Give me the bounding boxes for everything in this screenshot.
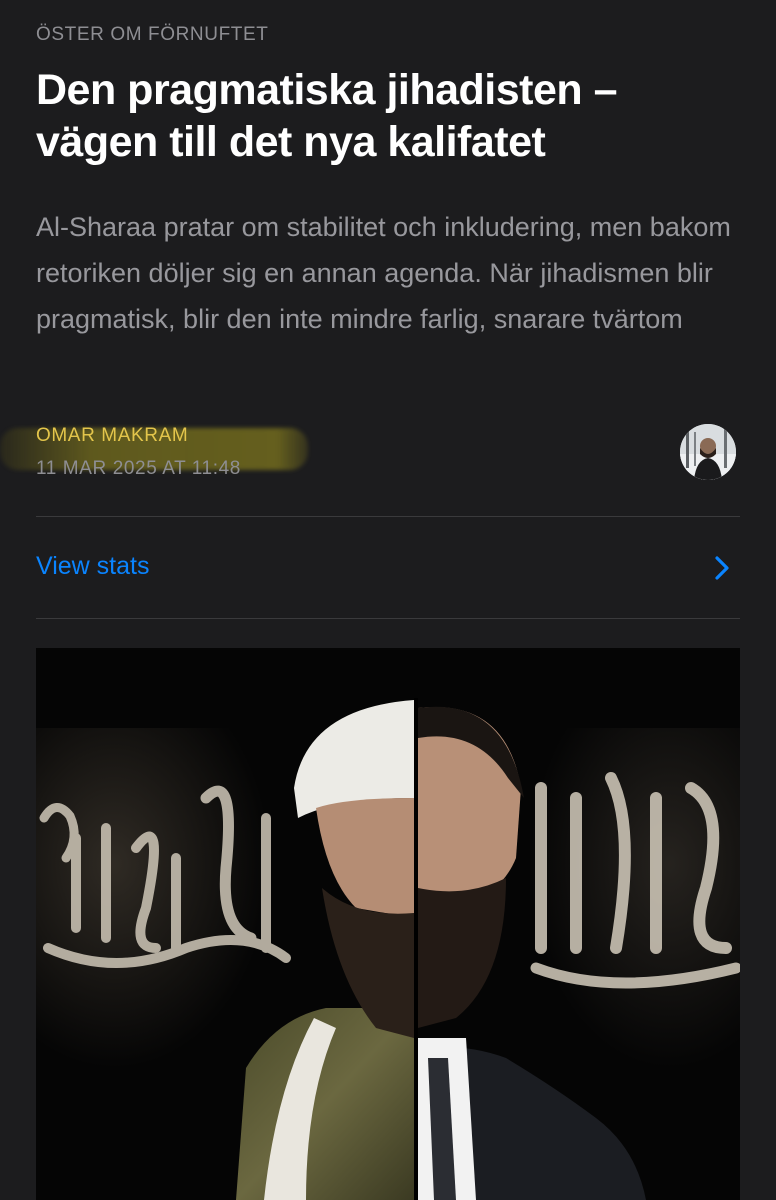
- author-name[interactable]: OMAR MAKRAM: [36, 425, 188, 447]
- view-stats-link[interactable]: View stats: [36, 552, 149, 581]
- author-avatar[interactable]: [680, 424, 736, 480]
- chevron-right-icon[interactable]: [710, 554, 734, 582]
- publication-name[interactable]: ÖSTER OM FÖRNUFTET: [36, 24, 268, 46]
- hero-image[interactable]: [36, 648, 740, 1200]
- article-subtitle: Al-Sharaa pratar om stabilitet och inklu…: [36, 212, 731, 334]
- article-title: Den pragmatiska jihadisten – vägen till …: [36, 66, 618, 166]
- divider-bottom: [36, 618, 740, 619]
- view-stats-row[interactable]: View stats: [36, 516, 740, 618]
- publish-date: 11 MAR 2025 AT 11:48: [36, 458, 241, 479]
